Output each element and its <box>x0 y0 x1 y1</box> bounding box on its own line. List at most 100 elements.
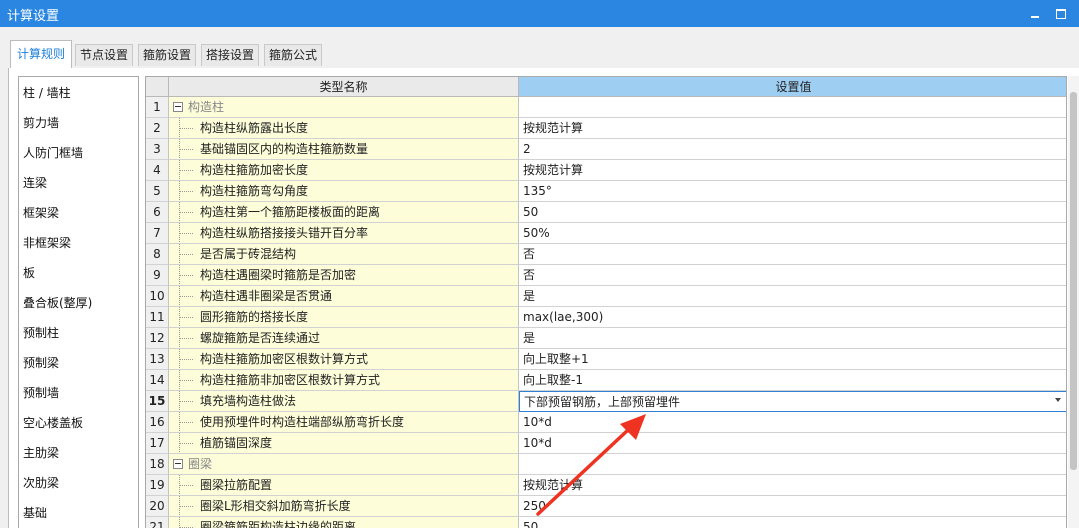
row-value-cell[interactable]: 50% <box>519 223 1066 244</box>
row-number: 3 <box>146 139 169 160</box>
row-value-cell[interactable]: 50 <box>519 202 1066 223</box>
table-row[interactable]: 12 螺旋箍筋是否连续通过 是 <box>146 328 1066 349</box>
row-value-cell[interactable]: 135° <box>519 181 1066 202</box>
table-row[interactable]: 11 圆形箍筋的搭接长度 max(lae,300) <box>146 307 1066 328</box>
row-name-label: 构造柱第一个箍筋距楼板面的距离 <box>200 205 381 219</box>
sidebar-item[interactable]: 柱 / 墙柱 <box>23 83 71 103</box>
sidebar-item[interactable]: 预制梁 <box>23 353 59 373</box>
row-name-label: 构造柱遇圈梁时箍筋是否加密 <box>200 268 357 282</box>
row-name-label: 填充墙构造柱做法 <box>200 394 297 408</box>
row-number: 7 <box>146 223 169 244</box>
table-row[interactable]: 8 是否属于砖混结构 否 <box>146 244 1066 265</box>
row-name-label: 构造柱箍筋加密区根数计算方式 <box>200 352 369 366</box>
row-number: 14 <box>146 370 169 391</box>
row-value-cell[interactable]: max(lae,300) <box>519 307 1066 328</box>
row-name-cell: 圈梁L形相交斜加筋弯折长度 <box>169 496 519 517</box>
tab-lap-settings[interactable]: 搭接设置 <box>201 44 259 66</box>
row-name-cell: 构造柱箍筋非加密区根数计算方式 <box>169 370 519 391</box>
sidebar-item[interactable]: 非框架梁 <box>23 233 71 253</box>
table-row[interactable]: 9 构造柱遇圈梁时箍筋是否加密 否 <box>146 265 1066 286</box>
row-value-cell[interactable]: 向上取整-1 <box>519 370 1066 391</box>
row-number: 21 <box>146 517 169 528</box>
sidebar-item[interactable]: 空心楼盖板 <box>23 413 83 433</box>
table-row[interactable]: 3 基础锚固区内的构造柱箍筋数量 2 <box>146 139 1066 160</box>
tab-calc-rules[interactable]: 计算规则 <box>10 40 72 68</box>
table-row[interactable]: 20 圈梁L形相交斜加筋弯折长度 250 <box>146 496 1066 517</box>
row-value-cell[interactable]: 50 <box>519 517 1066 528</box>
row-number: 18 <box>146 454 169 475</box>
dropdown-arrow-icon[interactable] <box>1055 398 1061 402</box>
group-row[interactable]: 18 圈梁 <box>146 454 1066 475</box>
sidebar-item[interactable]: 预制墙 <box>23 383 59 403</box>
row-value-cell[interactable]: 按规范计算 <box>519 475 1066 496</box>
row-value-cell[interactable]: 2 <box>519 139 1066 160</box>
row-name-label: 构造柱 <box>188 100 225 114</box>
table-row[interactable]: 7 构造柱纵筋搭接接头错开百分率 50% <box>146 223 1066 244</box>
row-value-cell[interactable]: 10*d <box>519 412 1066 433</box>
row-name-label: 圈梁箍筋距构造柱边缘的距离 <box>200 520 357 528</box>
table-row[interactable]: 16 使用预埋件时构造柱端部纵筋弯折长度 10*d <box>146 412 1066 433</box>
row-value-cell[interactable] <box>519 454 1066 475</box>
collapse-icon[interactable] <box>173 459 183 469</box>
tab-stirrup-settings[interactable]: 箍筋设置 <box>138 44 196 66</box>
row-value-text: 是 <box>523 289 536 303</box>
tree-branch <box>179 338 193 339</box>
row-value-cell[interactable]: 按规范计算 <box>519 118 1066 139</box>
table-row[interactable]: 15 填充墙构造柱做法 下部预留钢筋，上部预留埋件 <box>146 391 1066 412</box>
collapse-icon[interactable] <box>173 102 183 112</box>
sidebar-item[interactable]: 板 <box>23 263 35 283</box>
sidebar-item[interactable]: 框架梁 <box>23 203 59 223</box>
sidebar-item[interactable]: 剪力墙 <box>23 113 59 133</box>
table-row[interactable]: 19 圈梁拉筋配置 按规范计算 <box>146 475 1066 496</box>
header-type-name[interactable]: 类型名称 <box>169 77 519 97</box>
group-row[interactable]: 1 构造柱 <box>146 97 1066 118</box>
component-list: 柱 / 墙柱 剪力墙人防门框墙连梁框架梁非框架梁板叠合板(整厚) 预制柱预制梁预制墙… <box>18 76 139 528</box>
row-value-cell[interactable] <box>519 97 1066 118</box>
row-value-cell[interactable]: 是 <box>519 286 1066 307</box>
row-value-cell[interactable]: 250 <box>519 496 1066 517</box>
row-name-cell: 使用预埋件时构造柱端部纵筋弯折长度 <box>169 412 519 433</box>
tab-node-settings[interactable]: 节点设置 <box>75 44 133 66</box>
header-setting-value[interactable]: 设置值 <box>519 77 1066 97</box>
sidebar-item[interactable]: 主肋梁 <box>23 443 59 463</box>
tab-stirrup-formula[interactable]: 箍筋公式 <box>264 44 322 66</box>
value-dropdown[interactable]: 下部预留钢筋，上部预留埋件 <box>519 391 1066 412</box>
sidebar-item[interactable]: 次肋梁 <box>23 473 59 493</box>
sidebar-item[interactable]: 预制柱 <box>23 323 59 343</box>
table-row[interactable]: 10 构造柱遇非圈梁是否贯通 是 <box>146 286 1066 307</box>
tree-branch <box>179 254 193 255</box>
row-value-cell[interactable]: 向上取整+1 <box>519 349 1066 370</box>
tree-branch <box>179 506 193 507</box>
row-name-cell: 圈梁拉筋配置 <box>169 475 519 496</box>
row-value-text: 向上取整+1 <box>523 352 589 366</box>
row-value-cell[interactable]: 否 <box>519 265 1066 286</box>
sidebar-item[interactable]: 叠合板(整厚) <box>23 293 92 313</box>
sidebar-item[interactable]: 连梁 <box>23 173 47 193</box>
row-name-cell: 构造柱 <box>169 97 519 118</box>
row-value-cell[interactable]: 按规范计算 <box>519 160 1066 181</box>
tree-branch <box>179 275 193 276</box>
table-row[interactable]: 17 植筋锚固深度 10*d <box>146 433 1066 454</box>
maximize-icon[interactable] <box>1053 5 1069 21</box>
table-row[interactable]: 5 构造柱箍筋弯勾角度 135° <box>146 181 1066 202</box>
table-row[interactable]: 6 构造柱第一个箍筋距楼板面的距离 50 <box>146 202 1066 223</box>
tab-bar: 计算规则 节点设置 箍筋设置 搭接设置 箍筋公式 <box>0 27 1079 69</box>
row-name-cell: 构造柱箍筋弯勾角度 <box>169 181 519 202</box>
table-row[interactable]: 2 构造柱纵筋露出长度 按规范计算 <box>146 118 1066 139</box>
row-value-cell[interactable]: 是 <box>519 328 1066 349</box>
row-name-cell: 构造柱箍筋加密区根数计算方式 <box>169 349 519 370</box>
minimize-icon[interactable] <box>1028 5 1044 21</box>
row-value-cell[interactable]: 10*d <box>519 433 1066 454</box>
row-name-cell: 构造柱遇非圈梁是否贯通 <box>169 286 519 307</box>
sidebar-item[interactable]: 人防门框墙 <box>23 143 83 163</box>
row-number: 15 <box>146 391 169 412</box>
table-row[interactable]: 13 构造柱箍筋加密区根数计算方式 向上取整+1 <box>146 349 1066 370</box>
table-row[interactable]: 14 构造柱箍筋非加密区根数计算方式 向上取整-1 <box>146 370 1066 391</box>
scrollbar-thumb[interactable] <box>1070 92 1077 470</box>
table-row[interactable]: 21 圈梁箍筋距构造柱边缘的距离 50 <box>146 517 1066 528</box>
row-value-cell[interactable]: 否 <box>519 244 1066 265</box>
row-name-cell: 植筋锚固深度 <box>169 433 519 454</box>
row-name-cell: 构造柱纵筋搭接接头错开百分率 <box>169 223 519 244</box>
table-row[interactable]: 4 构造柱箍筋加密长度 按规范计算 <box>146 160 1066 181</box>
sidebar-item[interactable]: 基础 <box>23 503 47 523</box>
